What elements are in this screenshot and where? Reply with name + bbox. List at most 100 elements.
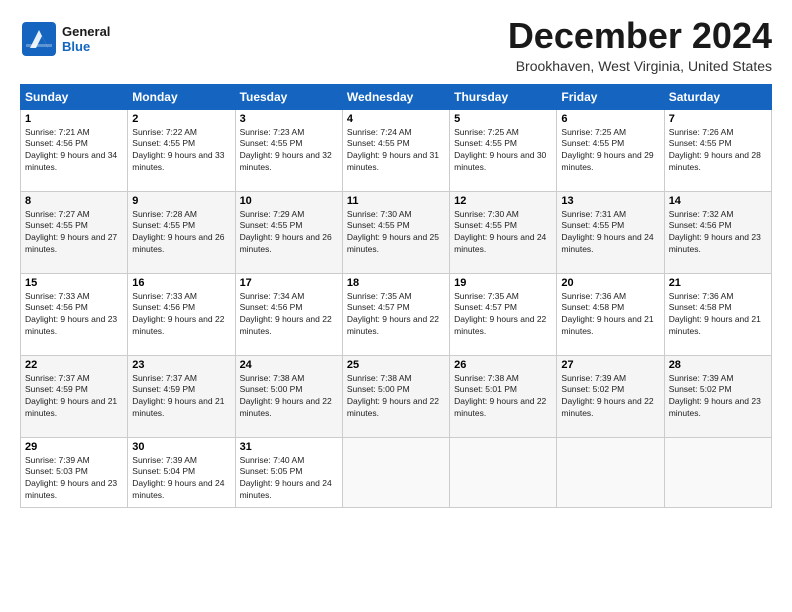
table-row: 22 Sunrise: 7:37 AM Sunset: 4:59 PM Dayl… — [21, 355, 128, 437]
day-info: Sunrise: 7:33 AM Sunset: 4:56 PM Dayligh… — [25, 291, 123, 339]
table-row: 3 Sunrise: 7:23 AM Sunset: 4:55 PM Dayli… — [235, 109, 342, 191]
day-info: Sunrise: 7:39 AM Sunset: 5:03 PM Dayligh… — [25, 455, 123, 503]
day-info: Sunrise: 7:24 AM Sunset: 4:55 PM Dayligh… — [347, 127, 445, 175]
table-row: 15 Sunrise: 7:33 AM Sunset: 4:56 PM Dayl… — [21, 273, 128, 355]
month-title: December 2024 — [508, 16, 772, 56]
day-number: 31 — [240, 441, 338, 453]
table-row: 8 Sunrise: 7:27 AM Sunset: 4:55 PM Dayli… — [21, 191, 128, 273]
table-row: 30 Sunrise: 7:39 AM Sunset: 5:04 PM Dayl… — [128, 437, 235, 507]
calendar-header-row: Sunday Monday Tuesday Wednesday Thursday… — [21, 84, 772, 109]
day-info: Sunrise: 7:22 AM Sunset: 4:55 PM Dayligh… — [132, 127, 230, 175]
table-row: 1 Sunrise: 7:21 AM Sunset: 4:56 PM Dayli… — [21, 109, 128, 191]
day-info: Sunrise: 7:28 AM Sunset: 4:55 PM Dayligh… — [132, 209, 230, 257]
day-number: 6 — [561, 113, 659, 125]
day-info: Sunrise: 7:25 AM Sunset: 4:55 PM Dayligh… — [561, 127, 659, 175]
col-friday: Friday — [557, 84, 664, 109]
calendar-table: Sunday Monday Tuesday Wednesday Thursday… — [20, 84, 772, 508]
day-info: Sunrise: 7:34 AM Sunset: 4:56 PM Dayligh… — [240, 291, 338, 339]
table-row: 13 Sunrise: 7:31 AM Sunset: 4:55 PM Dayl… — [557, 191, 664, 273]
day-info: Sunrise: 7:39 AM Sunset: 5:04 PM Dayligh… — [132, 455, 230, 503]
day-number: 1 — [25, 113, 123, 125]
day-info: Sunrise: 7:30 AM Sunset: 4:55 PM Dayligh… — [454, 209, 552, 257]
col-sunday: Sunday — [21, 84, 128, 109]
day-info: Sunrise: 7:33 AM Sunset: 4:56 PM Dayligh… — [132, 291, 230, 339]
logo-icon — [20, 20, 58, 58]
col-thursday: Thursday — [450, 84, 557, 109]
table-row: 6 Sunrise: 7:25 AM Sunset: 4:55 PM Dayli… — [557, 109, 664, 191]
day-number: 20 — [561, 277, 659, 289]
col-wednesday: Wednesday — [342, 84, 449, 109]
logo-blue: Blue — [62, 39, 110, 54]
logo-general: General — [62, 24, 110, 39]
day-info: Sunrise: 7:37 AM Sunset: 4:59 PM Dayligh… — [25, 373, 123, 421]
day-number: 23 — [132, 359, 230, 371]
table-row: 11 Sunrise: 7:30 AM Sunset: 4:55 PM Dayl… — [342, 191, 449, 273]
day-number: 18 — [347, 277, 445, 289]
table-row: 27 Sunrise: 7:39 AM Sunset: 5:02 PM Dayl… — [557, 355, 664, 437]
table-row: 2 Sunrise: 7:22 AM Sunset: 4:55 PM Dayli… — [128, 109, 235, 191]
table-row: 10 Sunrise: 7:29 AM Sunset: 4:55 PM Dayl… — [235, 191, 342, 273]
day-info: Sunrise: 7:39 AM Sunset: 5:02 PM Dayligh… — [561, 373, 659, 421]
day-number: 30 — [132, 441, 230, 453]
day-info: Sunrise: 7:30 AM Sunset: 4:55 PM Dayligh… — [347, 209, 445, 257]
table-row: 31 Sunrise: 7:40 AM Sunset: 5:05 PM Dayl… — [235, 437, 342, 507]
table-row: 18 Sunrise: 7:35 AM Sunset: 4:57 PM Dayl… — [342, 273, 449, 355]
table-row: 26 Sunrise: 7:38 AM Sunset: 5:01 PM Dayl… — [450, 355, 557, 437]
table-row: 5 Sunrise: 7:25 AM Sunset: 4:55 PM Dayli… — [450, 109, 557, 191]
table-row: 7 Sunrise: 7:26 AM Sunset: 4:55 PM Dayli… — [664, 109, 771, 191]
day-info: Sunrise: 7:23 AM Sunset: 4:55 PM Dayligh… — [240, 127, 338, 175]
day-info: Sunrise: 7:40 AM Sunset: 5:05 PM Dayligh… — [240, 455, 338, 503]
day-number: 8 — [25, 195, 123, 207]
table-row: 23 Sunrise: 7:37 AM Sunset: 4:59 PM Dayl… — [128, 355, 235, 437]
day-number: 7 — [669, 113, 767, 125]
day-number: 2 — [132, 113, 230, 125]
day-info: Sunrise: 7:35 AM Sunset: 4:57 PM Dayligh… — [454, 291, 552, 339]
day-number: 13 — [561, 195, 659, 207]
header: General Blue December 2024 Brookhaven, W… — [20, 16, 772, 74]
day-number: 4 — [347, 113, 445, 125]
table-row: 14 Sunrise: 7:32 AM Sunset: 4:56 PM Dayl… — [664, 191, 771, 273]
table-row: 24 Sunrise: 7:38 AM Sunset: 5:00 PM Dayl… — [235, 355, 342, 437]
table-row — [450, 437, 557, 507]
day-info: Sunrise: 7:25 AM Sunset: 4:55 PM Dayligh… — [454, 127, 552, 175]
logo: General Blue — [20, 20, 110, 58]
day-info: Sunrise: 7:32 AM Sunset: 4:56 PM Dayligh… — [669, 209, 767, 257]
day-number: 29 — [25, 441, 123, 453]
day-info: Sunrise: 7:26 AM Sunset: 4:55 PM Dayligh… — [669, 127, 767, 175]
day-info: Sunrise: 7:38 AM Sunset: 5:01 PM Dayligh… — [454, 373, 552, 421]
table-row: 16 Sunrise: 7:33 AM Sunset: 4:56 PM Dayl… — [128, 273, 235, 355]
day-number: 12 — [454, 195, 552, 207]
table-row: 21 Sunrise: 7:36 AM Sunset: 4:58 PM Dayl… — [664, 273, 771, 355]
day-number: 15 — [25, 277, 123, 289]
day-number: 16 — [132, 277, 230, 289]
col-saturday: Saturday — [664, 84, 771, 109]
day-info: Sunrise: 7:37 AM Sunset: 4:59 PM Dayligh… — [132, 373, 230, 421]
table-row — [557, 437, 664, 507]
day-number: 5 — [454, 113, 552, 125]
table-row — [664, 437, 771, 507]
table-row: 4 Sunrise: 7:24 AM Sunset: 4:55 PM Dayli… — [342, 109, 449, 191]
day-info: Sunrise: 7:38 AM Sunset: 5:00 PM Dayligh… — [240, 373, 338, 421]
day-number: 22 — [25, 359, 123, 371]
day-info: Sunrise: 7:36 AM Sunset: 4:58 PM Dayligh… — [561, 291, 659, 339]
day-number: 10 — [240, 195, 338, 207]
day-number: 9 — [132, 195, 230, 207]
day-number: 25 — [347, 359, 445, 371]
day-info: Sunrise: 7:39 AM Sunset: 5:02 PM Dayligh… — [669, 373, 767, 421]
day-number: 24 — [240, 359, 338, 371]
day-number: 14 — [669, 195, 767, 207]
day-number: 26 — [454, 359, 552, 371]
day-info: Sunrise: 7:27 AM Sunset: 4:55 PM Dayligh… — [25, 209, 123, 257]
day-info: Sunrise: 7:29 AM Sunset: 4:55 PM Dayligh… — [240, 209, 338, 257]
day-number: 21 — [669, 277, 767, 289]
day-info: Sunrise: 7:38 AM Sunset: 5:00 PM Dayligh… — [347, 373, 445, 421]
col-tuesday: Tuesday — [235, 84, 342, 109]
table-row: 12 Sunrise: 7:30 AM Sunset: 4:55 PM Dayl… — [450, 191, 557, 273]
day-info: Sunrise: 7:21 AM Sunset: 4:56 PM Dayligh… — [25, 127, 123, 175]
table-row: 17 Sunrise: 7:34 AM Sunset: 4:56 PM Dayl… — [235, 273, 342, 355]
table-row: 25 Sunrise: 7:38 AM Sunset: 5:00 PM Dayl… — [342, 355, 449, 437]
title-block: December 2024 Brookhaven, West Virginia,… — [508, 16, 772, 74]
day-info: Sunrise: 7:36 AM Sunset: 4:58 PM Dayligh… — [669, 291, 767, 339]
table-row: 29 Sunrise: 7:39 AM Sunset: 5:03 PM Dayl… — [21, 437, 128, 507]
table-row: 20 Sunrise: 7:36 AM Sunset: 4:58 PM Dayl… — [557, 273, 664, 355]
